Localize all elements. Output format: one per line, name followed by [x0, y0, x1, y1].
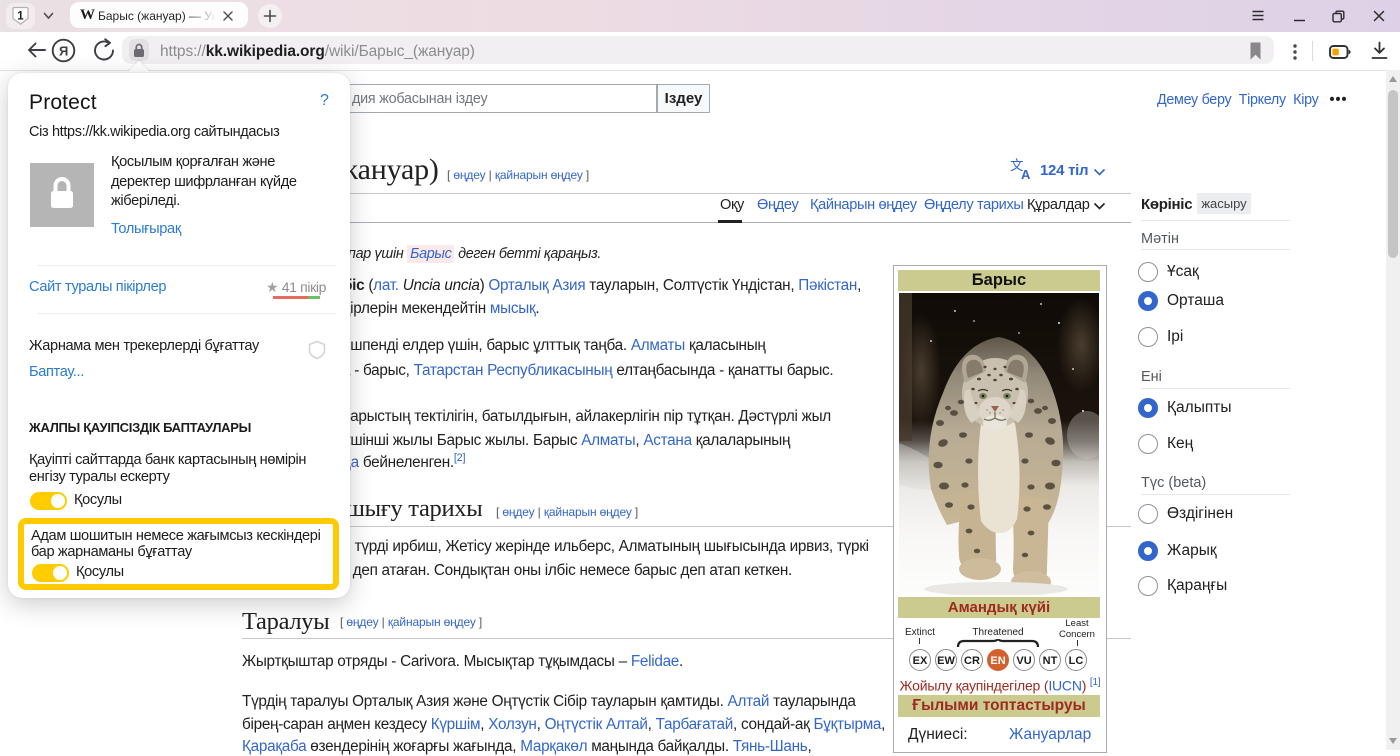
- svg-text:1: 1: [17, 11, 24, 23]
- svg-text:A: A: [1021, 167, 1031, 181]
- svg-text:Я: Я: [59, 43, 68, 58]
